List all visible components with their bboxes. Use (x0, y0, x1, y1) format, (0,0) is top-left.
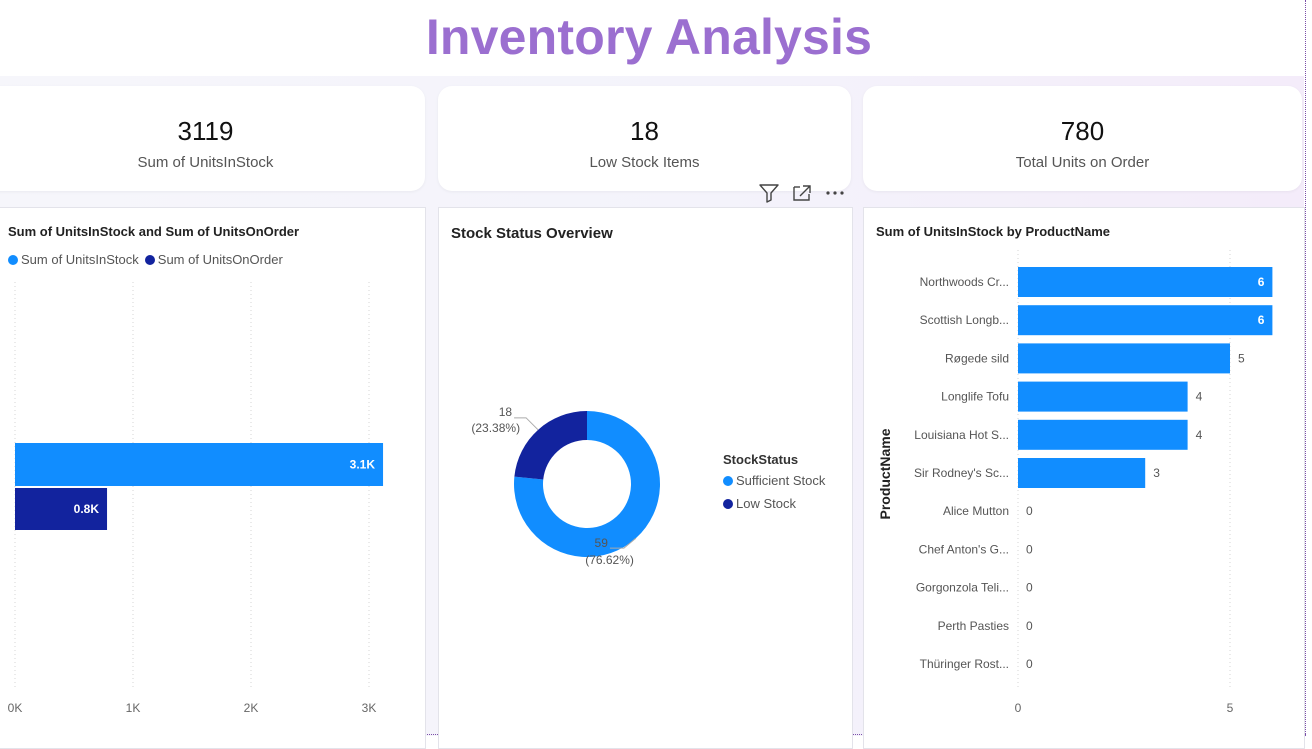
bar (1018, 381, 1188, 412)
data-label: 0 (1026, 619, 1033, 633)
data-label: 0 (1026, 504, 1033, 518)
kpi-value: 3119 (177, 116, 234, 146)
data-label: 3.1K (350, 458, 376, 472)
data-label: 0 (1026, 581, 1033, 595)
data-label: 4 (1196, 390, 1203, 404)
y-tick-label: Chef Anton's G... (919, 542, 1009, 556)
data-label: (23.38%) (471, 421, 520, 435)
donut-slice (514, 411, 587, 480)
data-label: 0 (1026, 542, 1033, 556)
y-tick-label: Longlife Tofu (941, 390, 1009, 404)
y-tick-label: Sir Rodney's Sc... (914, 466, 1009, 480)
bar (15, 443, 384, 486)
y-tick-label: Scottish Longb... (920, 313, 1009, 327)
units-by-product-chart-panel[interactable]: Sum of UnitsInStock by ProductName 0 5 Nor… (863, 207, 1305, 749)
y-tick-label: Northwoods Cr... (920, 275, 1009, 289)
x-tick-label: 5 (1227, 701, 1234, 715)
canvas-border-right (1305, 0, 1306, 736)
x-tick-label: 2K (244, 701, 259, 715)
legend-item-sufficient-stock[interactable]: Sufficient Stock (723, 473, 825, 488)
donut-legend: StockStatus Sufficient Stock Low Stock (723, 452, 831, 511)
y-tick-label: Røgede sild (945, 351, 1009, 365)
page-title: Inventory Analysis (425, 9, 873, 65)
bar (1018, 305, 1273, 336)
bar (1018, 343, 1230, 374)
data-label: 6 (1258, 313, 1265, 327)
kpi-label: Low Stock Items (589, 154, 700, 171)
x-tick-label: 1K (126, 701, 141, 715)
data-label: 18 (499, 405, 513, 419)
data-label: 4 (1196, 428, 1203, 442)
units-by-product-chart: 0 5 Northwoods Cr... 6 Scottish Longb... 6 Røg… (877, 250, 1273, 715)
bar (1018, 267, 1273, 297)
kpi-label: Total Units on Order (1015, 154, 1150, 171)
x-tick-label: 3K (362, 701, 377, 715)
units-stock-order-chart: 0K 1K 2K 3K 3.1K 0.8K (8, 282, 384, 715)
kpi-card-units-on-order[interactable]: 780 Total Units on Order (863, 86, 1302, 191)
focus-mode-icon[interactable] (790, 181, 814, 205)
data-label: 0.8K (74, 502, 100, 516)
visual-header-toolbar (752, 180, 852, 206)
stock-status-chart-panel[interactable]: Stock Status Overview 59 (76.62%) 18 (23.38… (438, 207, 853, 749)
y-tick-label: Louisiana Hot S... (914, 428, 1009, 442)
y-tick-label: Alice Mutton (943, 504, 1009, 518)
data-label: 3 (1153, 466, 1160, 480)
kpi-card-low-stock-items[interactable]: 18 Low Stock Items (438, 86, 851, 191)
data-label: 5 (1238, 351, 1245, 365)
kpi-card-units-in-stock[interactable]: 3119 Sum of UnitsInStock (0, 86, 425, 191)
more-options-icon[interactable] (823, 181, 847, 205)
legend-title: StockStatus (723, 452, 799, 467)
x-tick-label: 0 (1015, 701, 1022, 715)
units-stock-order-chart-panel[interactable]: Sum of UnitsInStock and Sum of UnitsOnOr… (0, 207, 426, 749)
kpi-value: 18 (630, 116, 659, 146)
data-label: (76.62%) (585, 553, 634, 567)
kpi-label: Sum of UnitsInStock (137, 154, 274, 171)
data-label: 6 (1258, 275, 1265, 289)
y-tick-label: Gorgonzola Teli... (916, 581, 1009, 595)
y-axis-title: ProductName (877, 428, 893, 519)
bar (1018, 419, 1188, 450)
filter-icon[interactable] (757, 181, 781, 205)
bar (1018, 458, 1146, 488)
y-tick-label: Thüringer Rost... (920, 657, 1009, 671)
legend-item-low-stock[interactable]: Low Stock (723, 496, 796, 511)
x-tick-label: 0K (8, 701, 23, 715)
y-tick-label: Perth Pasties (938, 619, 1009, 633)
kpi-value: 780 (1060, 116, 1105, 146)
data-label: 59 (595, 536, 609, 550)
data-label: 0 (1026, 657, 1033, 671)
